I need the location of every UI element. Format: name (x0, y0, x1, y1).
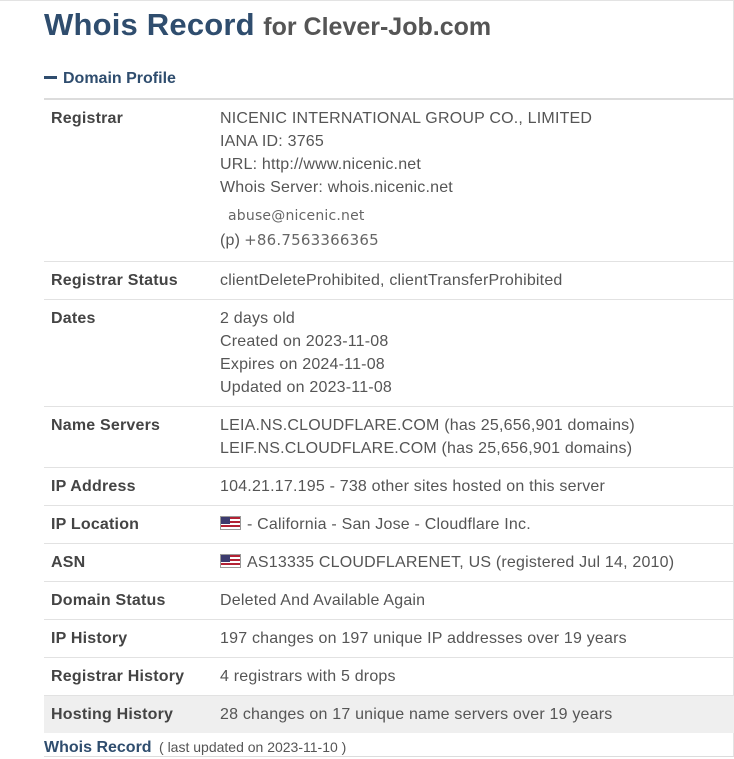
hosting-history-label: Hosting History (44, 695, 220, 733)
asn-value: AS13335 CLOUDFLARENET, US (registered Ju… (220, 543, 734, 582)
whois-record-heading: Whois Record (44, 739, 152, 756)
dates-label: Dates (44, 299, 220, 407)
registrar-name: NICENIC INTERNATIONAL GROUP CO., LIMITED (220, 110, 593, 127)
hosting-history-value: 28 changes on 17 unique name servers ove… (220, 695, 734, 733)
created-date: Created on 2023-11-08 (220, 333, 389, 350)
name-server-2: LEIF.NS.CLOUDFLARE.COM (has 25,656,901 d… (220, 440, 633, 457)
domain-age: 2 days old (220, 310, 295, 327)
updated-date: Updated on 2023-11-08 (220, 379, 393, 396)
phone-label: (p) (220, 232, 241, 249)
domain-status-value: Deleted And Available Again (220, 581, 734, 620)
registrar-email-image: abuse@nicenic.net (228, 208, 365, 224)
table-row-ip-address: IP Address 104.21.17.195 - 738 other sit… (44, 467, 734, 506)
name-server-1: LEIA.NS.CLOUDFLARE.COM (has 25,656,901 d… (220, 417, 635, 434)
registrar-iana: IANA ID: 3765 (220, 133, 324, 150)
dates-value: 2 days old Created on 2023-11-08 Expires… (220, 299, 734, 407)
ip-location-label: IP Location (44, 505, 220, 544)
table-row-name-servers: Name Servers LEIA.NS.CLOUDFLARE.COM (has… (44, 406, 734, 468)
registrar-url: URL: http://www.nicenic.net (220, 156, 422, 173)
us-flag-icon (220, 516, 241, 530)
asn-label: ASN (44, 543, 220, 582)
ip-location-value: - California - San Jose - Cloudflare Inc… (220, 505, 734, 544)
registrar-value: NICENIC INTERNATIONAL GROUP CO., LIMITED… (220, 100, 734, 262)
table-row-hosting-history: Hosting History 28 changes on 17 unique … (44, 695, 734, 733)
registrar-history-label: Registrar History (44, 657, 220, 696)
minus-icon[interactable] (44, 76, 57, 80)
domain-status-label: Domain Status (44, 581, 220, 620)
expires-date: Expires on 2024-11-08 (220, 356, 385, 373)
table-row-domain-status: Domain Status Deleted And Available Agai… (44, 581, 734, 620)
table-row-registrar-status: Registrar Status clientDeleteProhibited,… (44, 261, 734, 300)
ip-address-value: 104.21.17.195 - 738 other sites hosted o… (220, 467, 734, 506)
registrar-label: Registrar (44, 100, 220, 262)
registrar-phone: (p) +86.7563366365 (220, 227, 734, 254)
registrar-status-label: Registrar Status (44, 261, 220, 300)
asn-text: AS13335 CLOUDFLARENET, US (registered Ju… (247, 554, 675, 571)
table-row-dates: Dates 2 days old Created on 2023-11-08 E… (44, 299, 734, 407)
page-title-domain: for Clever-Job.com (263, 13, 492, 41)
ip-history-label: IP History (44, 619, 220, 658)
domain-profile-table: Registrar NICENIC INTERNATIONAL GROUP CO… (44, 100, 734, 733)
domain-profile-heading: Domain Profile (63, 70, 176, 87)
table-row-asn: ASN AS13335 CLOUDFLARENET, US (registere… (44, 543, 734, 582)
registrar-phone-image: +86.7563366365 (244, 231, 379, 249)
last-updated-note: ( last updated on 2023-11-10 ) (159, 739, 347, 755)
name-servers-label: Name Servers (44, 406, 220, 468)
table-row-ip-history: IP History 197 changes on 197 unique IP … (44, 619, 734, 658)
registrar-history-value: 4 registrars with 5 drops (220, 657, 734, 696)
domain-profile-toggle[interactable]: Domain Profile (44, 68, 176, 90)
us-flag-icon (220, 554, 241, 568)
table-row-registrar-history: Registrar History 4 registrars with 5 dr… (44, 657, 734, 696)
registrar-status-value: clientDeleteProhibited, clientTransferPr… (220, 261, 734, 300)
name-servers-value: LEIA.NS.CLOUDFLARE.COM (has 25,656,901 d… (220, 406, 734, 468)
frame-top-border (0, 0, 734, 1)
table-row-registrar: Registrar NICENIC INTERNATIONAL GROUP CO… (44, 100, 734, 262)
page-title: Whois Record for Clever-Job.com (44, 6, 491, 50)
table-row-ip-location: IP Location - California - San Jose - Cl… (44, 505, 734, 544)
page-title-main: Whois Record (44, 7, 255, 42)
ip-history-value: 197 changes on 197 unique IP addresses o… (220, 619, 734, 658)
registrar-whois-server: Whois Server: whois.nicenic.net (220, 179, 453, 196)
ip-address-label: IP Address (44, 467, 220, 506)
ip-location-text: - California - San Jose - Cloudflare Inc… (247, 516, 531, 533)
